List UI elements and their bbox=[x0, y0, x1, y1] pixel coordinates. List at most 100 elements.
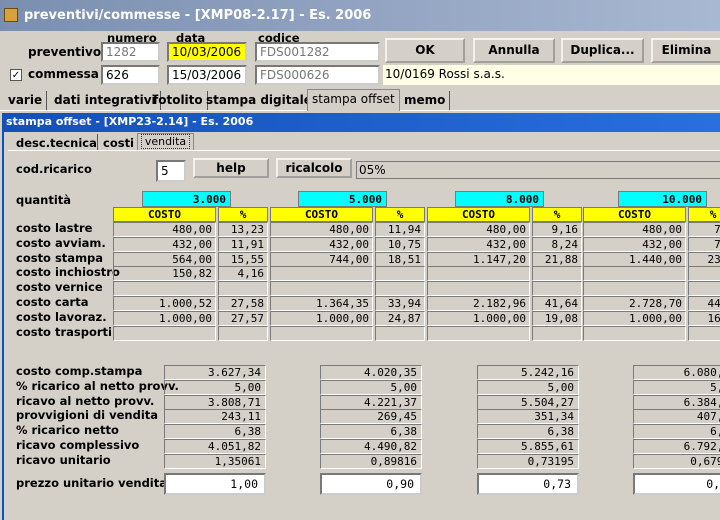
preventivo-data-field[interactable]: 10/03/2006 bbox=[167, 42, 247, 62]
cost-value-cell: 432,00 bbox=[270, 237, 373, 252]
summary-value-cell: 4.051,82 bbox=[164, 439, 266, 454]
cost-percent-cell bbox=[375, 281, 425, 296]
summary-value-cell: 6.792,2 bbox=[633, 439, 720, 454]
preventivo-label: preventivo bbox=[28, 45, 102, 59]
tab-stampa-digitale[interactable]: stampa digitale bbox=[202, 91, 317, 110]
cost-value-cell bbox=[270, 326, 373, 341]
cost-value-cell bbox=[427, 266, 530, 281]
pct-header: % bbox=[375, 207, 425, 222]
cost-percent-cell bbox=[375, 326, 425, 341]
app-icon bbox=[4, 8, 18, 22]
commessa-data-field[interactable]: 15/03/2006 bbox=[167, 65, 247, 85]
cost-percent-cell: 23,6 bbox=[688, 252, 720, 267]
cost-row-label: costo lavoraz. bbox=[16, 310, 107, 324]
cost-value-cell bbox=[270, 281, 373, 296]
cost-percent-cell bbox=[688, 266, 720, 281]
summary-value-cell: 4.490,82 bbox=[320, 439, 422, 454]
elimina-button[interactable]: Elimina bbox=[651, 38, 720, 63]
summary-value-cell: 407,5 bbox=[633, 409, 720, 424]
summary-value-cell: 5,00 bbox=[320, 380, 422, 395]
cost-row-label: costo avviam. bbox=[16, 236, 106, 250]
cost-value-cell: 1.147,20 bbox=[427, 252, 530, 267]
prezzo-unitario-field[interactable]: 0,90 bbox=[320, 473, 422, 495]
cost-percent-cell: 9,16 bbox=[532, 222, 582, 237]
main-tabs: varie dati integrativi fotolito stampa d… bbox=[0, 89, 720, 111]
cost-percent-cell: 4,16 bbox=[218, 266, 268, 281]
cost-percent-cell: 11,94 bbox=[375, 222, 425, 237]
cod-ricarico-field[interactable]: 5 bbox=[156, 160, 186, 182]
panel-title: stampa offset - [XMP23-2.14] - Es. 2006 bbox=[6, 115, 254, 128]
ricarico-description: 05% bbox=[356, 161, 720, 179]
subtab-vendita[interactable]: vendita bbox=[137, 133, 194, 150]
summary-value-cell: 5.504,27 bbox=[477, 395, 579, 410]
cost-percent-cell: 21,88 bbox=[532, 252, 582, 267]
commessa-checkbox[interactable]: ✓ bbox=[10, 69, 22, 81]
subtab-desc-tecnica[interactable]: desc.tecnica bbox=[16, 136, 97, 150]
cost-value-cell: 480,00 bbox=[583, 222, 686, 237]
cost-percent-cell: 7,8 bbox=[688, 222, 720, 237]
cost-value-cell: 1.000,52 bbox=[113, 296, 216, 311]
cost-value-cell: 744,00 bbox=[270, 252, 373, 267]
cost-percent-cell: 8,24 bbox=[532, 237, 582, 252]
tab-memo[interactable]: memo bbox=[400, 91, 451, 110]
commessa-label: commessa bbox=[28, 67, 99, 81]
preventivo-numero-field[interactable]: 1282 bbox=[101, 42, 160, 62]
cost-percent-cell: 13,23 bbox=[218, 222, 268, 237]
summary-value-cell: 5,00 bbox=[164, 380, 266, 395]
costo-header: COSTO bbox=[270, 207, 373, 222]
quantita-label: quantità bbox=[16, 193, 72, 207]
cost-value-cell: 480,00 bbox=[270, 222, 373, 237]
tab-stampa-offset[interactable]: stampa offset bbox=[307, 89, 400, 111]
prezzo-unitario-label: prezzo unitario vendita bbox=[16, 476, 167, 490]
summary-row-label: % ricarico netto bbox=[16, 423, 119, 437]
cost-percent-cell: 44,8 bbox=[688, 296, 720, 311]
costo-header: COSTO bbox=[583, 207, 686, 222]
cost-value-cell bbox=[583, 326, 686, 341]
prezzo-unitario-field[interactable]: 0,7 bbox=[633, 473, 720, 495]
ricalcolo-button[interactable]: ricalcolo bbox=[276, 158, 352, 178]
window-title-bar: preventivi/commesse - [XMP08-2.17] - Es.… bbox=[0, 0, 720, 31]
cost-percent-cell: 18,51 bbox=[375, 252, 425, 267]
cost-percent-cell: 7,1 bbox=[688, 237, 720, 252]
summary-value-cell: 6,38 bbox=[477, 424, 579, 439]
tab-varie[interactable]: varie bbox=[4, 91, 48, 110]
quantity-1: 3.000 bbox=[142, 191, 231, 207]
tab-dati-integrativi[interactable]: dati integrativi bbox=[50, 91, 161, 110]
summary-value-cell: 5,0 bbox=[633, 380, 720, 395]
cost-value-cell: 1.000,00 bbox=[270, 311, 373, 326]
commessa-numero-field[interactable]: 626 bbox=[101, 65, 160, 85]
window-title: preventivi/commesse - [XMP08-2.17] - Es.… bbox=[24, 8, 372, 23]
subtab-costi[interactable]: costi bbox=[103, 136, 134, 150]
cost-percent-cell: 27,57 bbox=[218, 311, 268, 326]
cost-percent-cell bbox=[532, 326, 582, 341]
summary-row-label: costo comp.stampa bbox=[16, 364, 143, 378]
cost-percent-cell bbox=[532, 281, 582, 296]
duplica-button[interactable]: Duplica... bbox=[561, 38, 644, 63]
prezzo-unitario-field[interactable]: 1,00 bbox=[164, 473, 266, 495]
cost-value-cell bbox=[113, 326, 216, 341]
summary-value-cell: 6,38 bbox=[164, 424, 266, 439]
annulla-button[interactable]: Annulla bbox=[473, 38, 555, 63]
cost-percent-cell: 27,58 bbox=[218, 296, 268, 311]
summary-row-label: ricavo complessivo bbox=[16, 438, 140, 452]
preventivo-codice-field[interactable]: FDS001282 bbox=[255, 42, 380, 62]
ok-button[interactable]: OK bbox=[385, 38, 465, 63]
pct-header: % bbox=[218, 207, 268, 222]
costo-header: COSTO bbox=[427, 207, 530, 222]
summary-value-cell: 243,11 bbox=[164, 409, 266, 424]
summary-value-cell: 1,35061 bbox=[164, 454, 266, 469]
cost-value-cell: 564,00 bbox=[113, 252, 216, 267]
prezzo-unitario-field[interactable]: 0,73 bbox=[477, 473, 579, 495]
summary-value-cell: 6.384,7 bbox=[633, 395, 720, 410]
cost-value-cell: 2.728,70 bbox=[583, 296, 686, 311]
cost-percent-cell: 16,4 bbox=[688, 311, 720, 326]
summary-value-cell: 5,00 bbox=[477, 380, 579, 395]
summary-value-cell: 0,6792 bbox=[633, 454, 720, 469]
cost-percent-cell: 24,87 bbox=[375, 311, 425, 326]
commessa-codice-field[interactable]: FDS000626 bbox=[255, 65, 380, 85]
help-button[interactable]: help bbox=[193, 158, 269, 178]
summary-value-cell: 5.855,61 bbox=[477, 439, 579, 454]
tab-fotolito[interactable]: fotolito bbox=[149, 91, 208, 110]
cost-value-cell: 150,82 bbox=[113, 266, 216, 281]
cost-row-label: costo lastre bbox=[16, 221, 93, 235]
